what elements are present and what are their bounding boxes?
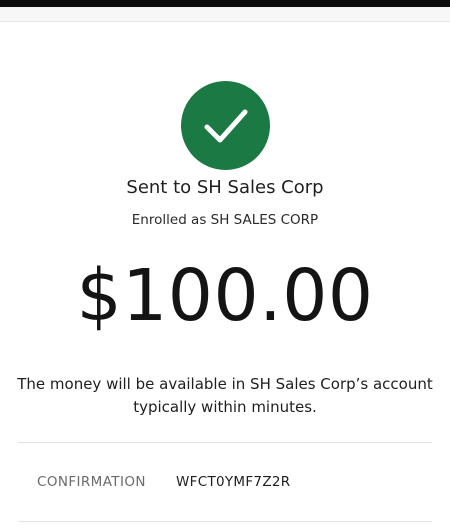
availability-message: The money will be available in SH Sales … (17, 375, 433, 416)
divider-bottom (18, 521, 432, 522)
confirmation-label: CONFIRMATION (37, 474, 146, 490)
payment-amount: $100.00 (76, 254, 374, 337)
payment-confirmation-screen: Sent to SH Sales Corp Enrolled as SH SAL… (0, 0, 450, 531)
status-bar (0, 0, 450, 7)
sent-to-title: Sent to SH Sales Corp (126, 177, 324, 198)
success-badge (181, 81, 270, 170)
enrolled-as-text: Enrolled as SH SALES CORP (131, 212, 319, 228)
divider-top (18, 442, 432, 443)
checkmark-icon (204, 109, 248, 143)
confirmation-number: WFCT0YMF7Z2R (176, 474, 291, 490)
header-strip (0, 7, 450, 22)
